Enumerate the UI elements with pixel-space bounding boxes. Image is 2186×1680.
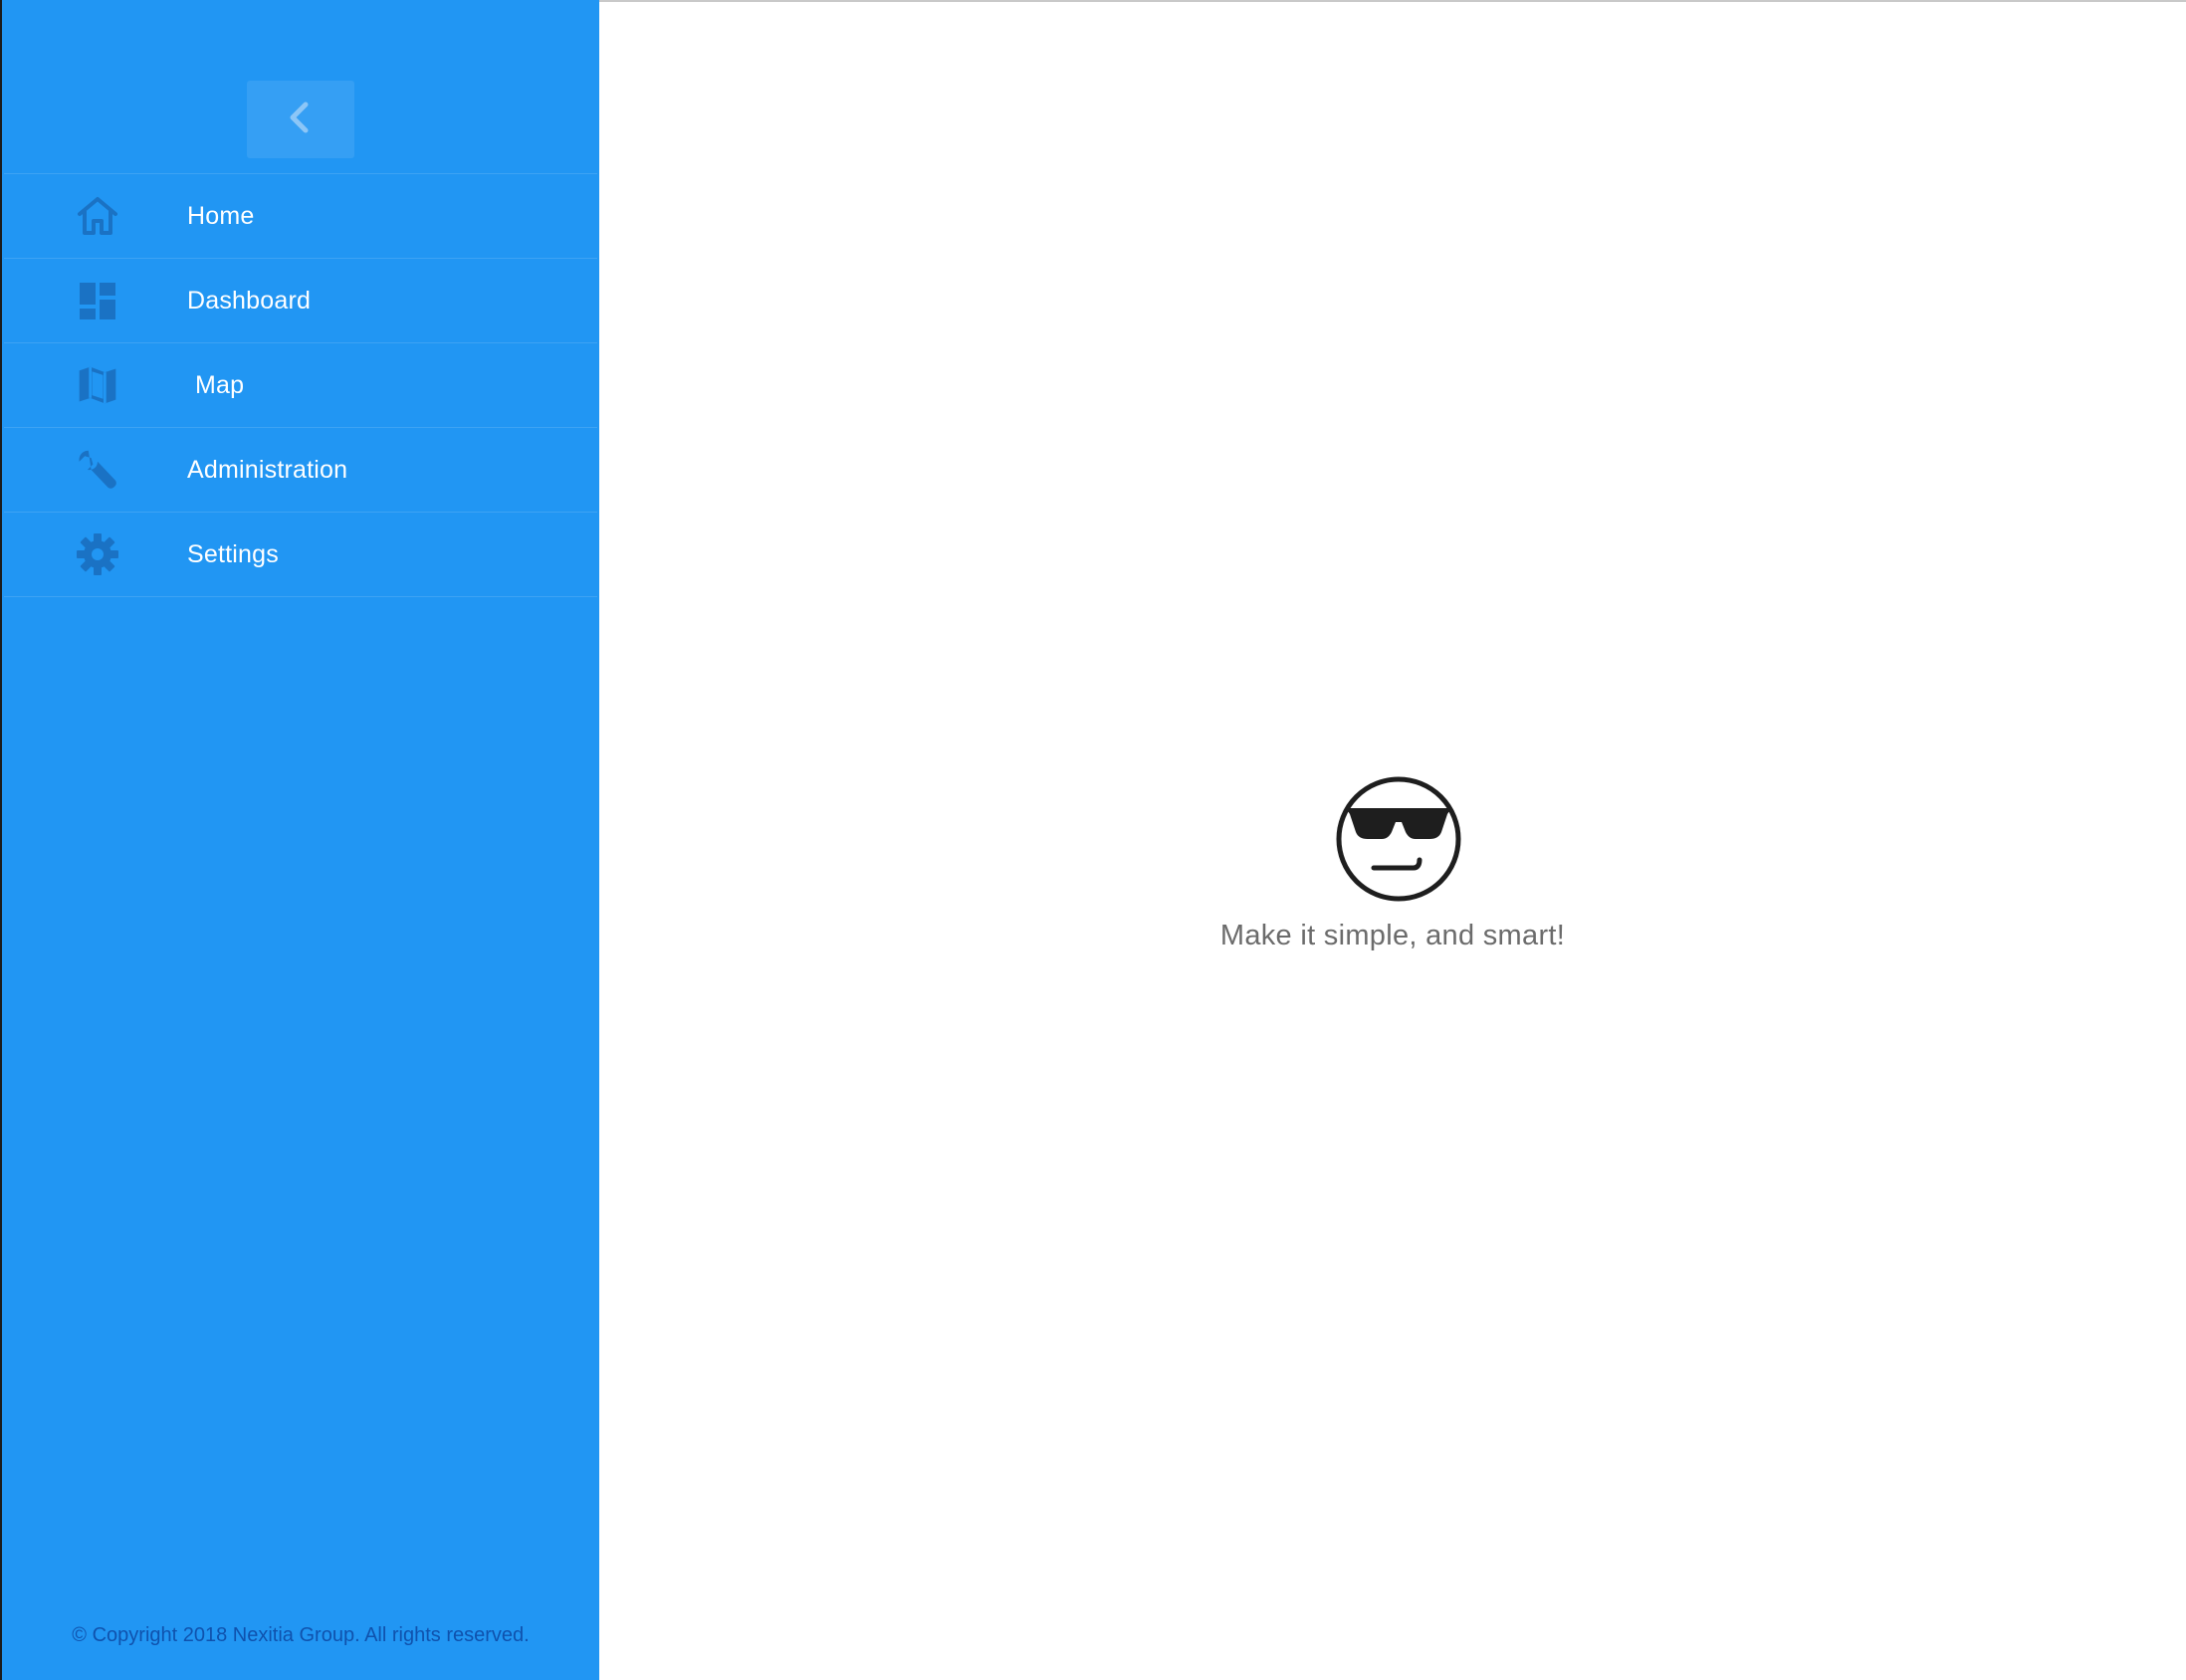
sidebar-item-label: Settings bbox=[187, 540, 279, 568]
main-content: Make it simple, and smart! bbox=[599, 0, 2186, 1680]
sidebar-item-label: Dashboard bbox=[187, 287, 312, 315]
empty-state: Make it simple, and smart! bbox=[599, 2, 2186, 1680]
tagline: Make it simple, and smart! bbox=[1219, 920, 1566, 951]
sidebar-item-dashboard[interactable]: Dashboard bbox=[4, 259, 597, 343]
app-window: Home Dashboard Map Administration Settin… bbox=[0, 0, 2186, 1680]
collapse-sidebar-button[interactable] bbox=[247, 81, 354, 158]
copyright-text: © Copyright 2018 Nexitia Group. All righ… bbox=[72, 1624, 530, 1646]
sidebar-item-settings[interactable]: Settings bbox=[4, 513, 597, 597]
sidebar-item-home[interactable]: Home bbox=[4, 174, 597, 259]
sidebar-item-map[interactable]: Map bbox=[4, 343, 597, 428]
sidebar-item-label: Administration bbox=[187, 456, 348, 484]
home-icon bbox=[76, 194, 119, 238]
sidebar-item-administration[interactable]: Administration bbox=[4, 428, 597, 513]
sidebar-item-label: Home bbox=[187, 202, 255, 230]
sidebar-nav: Home Dashboard Map Administration Settin… bbox=[4, 173, 597, 597]
wrench-icon bbox=[76, 448, 119, 492]
sunglasses-face-icon bbox=[1334, 774, 1463, 904]
sidebar-item-label: Map bbox=[195, 371, 245, 399]
gear-icon bbox=[76, 532, 119, 576]
chevron-left-icon bbox=[281, 98, 321, 142]
dashboard-icon bbox=[76, 279, 119, 322]
map-icon bbox=[76, 363, 119, 407]
sidebar: Home Dashboard Map Administration Settin… bbox=[0, 0, 599, 1680]
